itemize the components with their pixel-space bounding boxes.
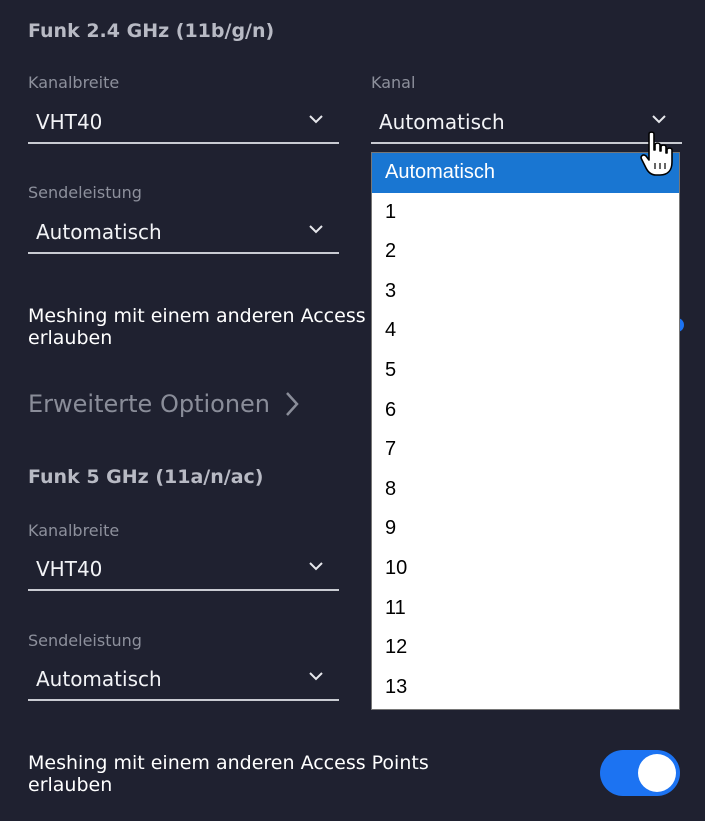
sendeleistung-value: Automatisch bbox=[36, 220, 162, 244]
kanal-option[interactable]: 4 bbox=[372, 311, 679, 351]
meshing-label-line1: Meshing mit einem anderen Access Points bbox=[28, 752, 429, 774]
kanalbreite-label-5ghz: Kanalbreite bbox=[28, 521, 120, 540]
kanal-label: Kanal bbox=[371, 73, 416, 92]
sendeleistung-select-5ghz[interactable]: Automatisch bbox=[28, 659, 339, 701]
kanal-option[interactable]: 10 bbox=[372, 549, 679, 589]
erweiterte-optionen-link[interactable]: Erweiterte Optionen bbox=[28, 390, 300, 418]
toggle-knob bbox=[638, 754, 676, 792]
kanal-dropdown-list[interactable]: Automatisch 1 2 3 4 5 6 7 8 9 10 11 12 13 bbox=[371, 152, 680, 710]
sendeleistung-select[interactable]: Automatisch bbox=[28, 212, 339, 254]
kanal-option[interactable]: 2 bbox=[372, 232, 679, 272]
kanalbreite-select[interactable]: VHT40 bbox=[28, 102, 339, 144]
chevron-right-icon bbox=[286, 392, 299, 416]
chevron-down-icon bbox=[309, 562, 323, 571]
kanalbreite-label: Kanalbreite bbox=[28, 73, 120, 92]
chevron-down-icon bbox=[652, 115, 666, 124]
meshing-label-line1: Meshing mit einem anderen Access bbox=[28, 305, 366, 327]
kanal-select[interactable]: Automatisch bbox=[371, 102, 682, 144]
sendeleistung-value-5ghz: Automatisch bbox=[36, 667, 162, 691]
kanal-option[interactable]: 11 bbox=[372, 589, 679, 629]
chevron-down-icon bbox=[309, 672, 323, 681]
kanal-option[interactable]: 3 bbox=[372, 272, 679, 312]
kanal-value: Automatisch bbox=[379, 110, 505, 134]
section-title-5ghz: Funk 5 GHz (11a/n/ac) bbox=[28, 466, 264, 488]
sendeleistung-label: Sendeleistung bbox=[28, 183, 142, 202]
kanal-option[interactable]: 5 bbox=[372, 351, 679, 391]
kanal-option[interactable]: 12 bbox=[372, 628, 679, 668]
sendeleistung-label-5ghz: Sendeleistung bbox=[28, 631, 142, 650]
meshing-label-line2: erlauben bbox=[28, 327, 113, 349]
kanal-option[interactable]: 13 bbox=[372, 668, 679, 708]
kanal-option[interactable]: 8 bbox=[372, 470, 679, 510]
erweiterte-optionen-label: Erweiterte Optionen bbox=[28, 390, 271, 418]
kanal-option[interactable]: 1 bbox=[372, 193, 679, 233]
kanal-option[interactable]: Automatisch bbox=[372, 153, 679, 193]
kanal-option[interactable]: 7 bbox=[372, 430, 679, 470]
meshing-label-2-4ghz: Meshing mit einem anderen Access erlaube… bbox=[28, 305, 366, 349]
chevron-down-icon bbox=[309, 115, 323, 124]
meshing-label-line2: erlauben bbox=[28, 774, 113, 796]
kanalbreite-value: VHT40 bbox=[36, 110, 103, 134]
meshing-label-5ghz: Meshing mit einem anderen Access Points … bbox=[28, 752, 429, 796]
chevron-down-icon bbox=[309, 225, 323, 234]
kanal-option[interactable]: 6 bbox=[372, 391, 679, 431]
kanalbreite-value-5ghz: VHT40 bbox=[36, 557, 103, 581]
meshing-toggle-5ghz[interactable] bbox=[600, 750, 680, 796]
section-title-2-4ghz: Funk 2.4 GHz (11b/g/n) bbox=[28, 20, 275, 42]
kanal-option[interactable]: 9 bbox=[372, 509, 679, 549]
kanalbreite-select-5ghz[interactable]: VHT40 bbox=[28, 549, 339, 591]
hand-pointer-cursor-icon bbox=[640, 131, 673, 176]
